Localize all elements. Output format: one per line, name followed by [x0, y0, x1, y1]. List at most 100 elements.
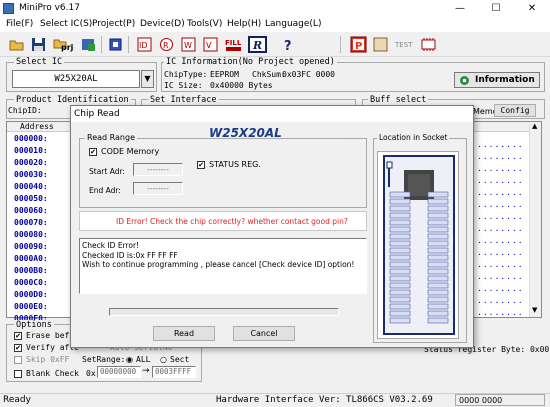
error-message: ID Error! Check the chip correctly? whet…	[116, 217, 348, 226]
range-from-field[interactable]: 00000000	[97, 366, 141, 378]
menu-language[interactable]: Language(L)	[265, 19, 321, 29]
svg-text:W: W	[184, 41, 192, 50]
address-row: 000000:	[14, 134, 48, 143]
stop-icon[interactable]	[372, 36, 389, 53]
write-chip-icon[interactable]: W	[180, 36, 197, 53]
chip-select-field[interactable]: W25X20AL	[12, 70, 140, 88]
chksum-value: 0x03FC 0000	[282, 70, 335, 79]
menu-project[interactable]: Project(P)	[92, 19, 135, 29]
error-box: ID Error! Check the chip correctly? whet…	[79, 211, 367, 231]
read-chip-icon[interactable]: R	[158, 36, 175, 53]
log-line: Wish to continue programming , please ca…	[82, 260, 355, 269]
menu-device[interactable]: Device(D)	[140, 19, 185, 29]
socket-panel	[377, 151, 459, 339]
scroll-up-icon: ▲	[532, 122, 538, 130]
ascii-column: ........ ........ ........ ........ ....…	[477, 134, 527, 318]
save-icon[interactable]	[30, 36, 47, 53]
status-reg-label: STATUS REG.	[209, 160, 261, 169]
hardware-version: Hardware Interface Ver: TL866CS V03.2.69	[216, 395, 433, 405]
verify-icon[interactable]: V	[202, 36, 219, 53]
start-adr-field[interactable]: --------	[133, 163, 183, 176]
open-icon[interactable]	[8, 36, 25, 53]
ascii-dots: ........	[477, 200, 524, 209]
erase-checkbox[interactable]: ✔	[14, 332, 22, 340]
svg-text:V: V	[206, 41, 212, 50]
svg-text:TEST: TEST	[394, 41, 413, 49]
title-bar: MiniPro v6.17 — ☐ ✕	[0, 0, 550, 17]
chksum-label: ChkSum:	[252, 70, 286, 79]
read-button[interactable]: Read	[153, 326, 215, 341]
chip-select-value: W25X20AL	[54, 74, 98, 84]
fill-icon[interactable]: FILL	[224, 36, 244, 53]
logic-icon[interactable]	[420, 36, 437, 53]
save-project-icon[interactable]	[80, 36, 97, 53]
all-radio[interactable]: ◉	[126, 355, 133, 364]
start-adr-label: Start Adr:	[89, 167, 125, 176]
skip-ff-label: Skip 0xFF	[26, 355, 70, 364]
test-icon[interactable]: TEST	[394, 36, 416, 53]
verify-checkbox[interactable]: ✔	[14, 344, 22, 352]
log-area: Check ID Error! Checked ID is:0x FF FF F…	[79, 238, 367, 294]
ascii-dots: ........	[477, 224, 524, 233]
range-to-field[interactable]: 0003FFFF	[152, 366, 196, 378]
address-row: 0000D0:	[14, 290, 48, 299]
address-row: 0000C0:	[14, 278, 48, 287]
app-icon	[3, 3, 14, 14]
project-icon[interactable]: prj	[52, 36, 76, 53]
code-memory-label: CODE Memory	[101, 147, 160, 156]
status-reg-checkbox[interactable]: ✔	[197, 161, 205, 169]
menu-help[interactable]: Help(H)	[227, 19, 261, 29]
svg-text:R: R	[163, 41, 169, 50]
menu-file[interactable]: File(F)	[6, 19, 33, 29]
menu-tools[interactable]: Tools(V)	[187, 19, 222, 29]
options-label: Options	[14, 320, 54, 330]
config-button[interactable]: Config	[494, 104, 536, 117]
r-icon[interactable]: R	[248, 36, 268, 53]
sect-radio[interactable]: ○	[160, 355, 167, 364]
cancel-button-label: Cancel	[250, 329, 278, 338]
hex-scrollbar[interactable]: ▲ ▼	[529, 122, 541, 317]
chevron-down-icon: ▼	[144, 74, 151, 83]
ascii-dots: ........	[477, 236, 524, 245]
svg-text:R: R	[252, 39, 262, 52]
maximize-button[interactable]: ☐	[478, 0, 514, 17]
address-row: 0000E0:	[14, 302, 48, 311]
ic-info-label: IC Information(No Project opened)	[164, 57, 337, 67]
start-adr-value: --------	[147, 165, 169, 174]
config-button-label: Config	[500, 106, 530, 115]
end-adr-value: --------	[147, 184, 169, 193]
ascii-dots: ........	[477, 260, 524, 269]
cancel-button[interactable]: Cancel	[233, 326, 295, 341]
ascii-dots: ........	[477, 164, 524, 173]
ascii-dots: ........	[477, 284, 524, 293]
log-line: Check ID Error!	[82, 241, 140, 250]
chip-dropdown-button[interactable]: ▼	[141, 70, 154, 88]
code-memory-checkbox[interactable]: ✔	[89, 148, 97, 156]
blank-check-label: Blank Check	[26, 369, 79, 378]
end-adr-field[interactable]: --------	[133, 182, 183, 195]
ascii-dots: ........	[477, 176, 524, 185]
help-icon[interactable]: ?	[280, 36, 297, 54]
device-id-icon[interactable]: ID	[136, 36, 153, 53]
window-title: MiniPro v6.17	[19, 3, 80, 13]
dialog-title: Chip Read	[74, 109, 120, 119]
chip-icon[interactable]	[107, 36, 124, 53]
information-button-label: Information	[475, 75, 535, 85]
blank-check-checkbox[interactable]	[14, 370, 22, 378]
close-button[interactable]: ✕	[514, 0, 550, 17]
p-icon[interactable]: P	[350, 36, 367, 53]
svg-text:ID: ID	[139, 41, 148, 50]
range-prefix: 0x	[86, 369, 96, 378]
minimize-button[interactable]: —	[442, 0, 478, 17]
sect-label: Sect	[170, 355, 190, 364]
toolbar-separator	[101, 36, 102, 53]
address-row: 000010:	[14, 146, 48, 155]
chip-type-value: EEPROM	[210, 70, 239, 79]
skip-ff-checkbox[interactable]	[14, 356, 22, 364]
menu-select-ic[interactable]: Select IC(S)	[40, 19, 92, 29]
information-button[interactable]: Information	[454, 72, 540, 88]
address-row: 0000A0:	[14, 254, 48, 263]
toolbar-separator	[340, 36, 341, 53]
ic-size-value: 0x40000 Bytes	[210, 81, 273, 90]
menu-bar: File(F) Select IC(S) Project(P) Device(D…	[0, 17, 550, 32]
